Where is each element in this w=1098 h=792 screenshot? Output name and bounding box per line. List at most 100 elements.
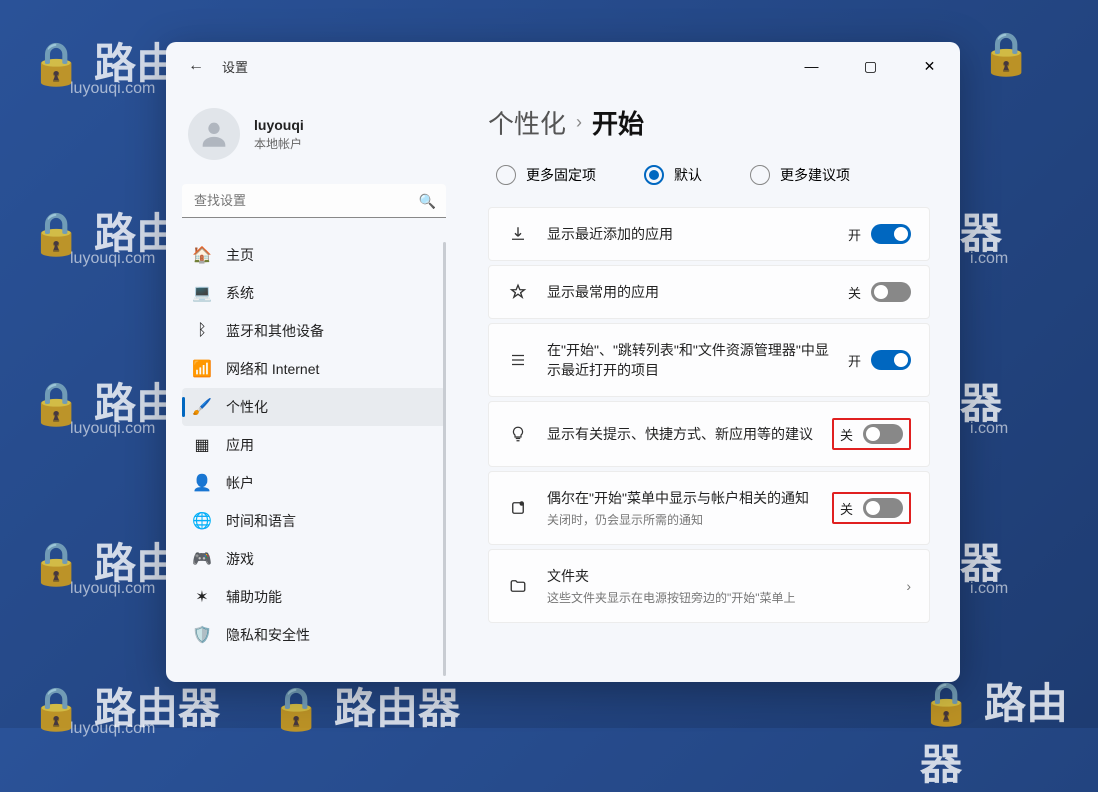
settings-cards: 显示最近添加的应用 开 显示最常用的应用 关 在"开始"、"跳转列表"和"文件资… <box>488 207 930 623</box>
list-icon <box>507 351 529 369</box>
card-subtitle: 这些文件夹显示在电源按钮旁边的"开始"菜单上 <box>547 589 882 606</box>
nav-icon: ▦ <box>192 435 212 455</box>
toggle-wrap: 关 <box>848 282 911 302</box>
nav-item-2[interactable]: ᛒ 蓝牙和其他设备 <box>182 312 446 350</box>
toggle-state-label: 关 <box>840 425 853 444</box>
sidebar: luyouqi 本地帐户 🔍 🏠 主页 💻 系统 ᛒ 蓝牙和其他设备 📶 网络和 Intern… <box>166 90 462 682</box>
radio-option-0[interactable]: 更多固定项 <box>496 165 596 185</box>
radio-option-1[interactable]: 默认 <box>644 165 702 185</box>
download-icon <box>507 225 529 243</box>
nav-label: 游戏 <box>226 549 254 569</box>
nav-label: 隐私和安全性 <box>226 625 310 645</box>
settings-window: ← 设置 — ▢ ✕ luyouqi 本地帐户 🔍 🏠主页💻系统ᛒ蓝牙 <box>166 42 960 682</box>
nav-item-6[interactable]: 👤 帐户 <box>182 464 446 502</box>
avatar <box>188 108 240 160</box>
toggle-state-label: 开 <box>848 225 861 244</box>
breadcrumb-current: 开始 <box>592 104 644 141</box>
card-title: 显示最常用的应用 <box>547 282 830 302</box>
breadcrumb-separator: › <box>576 112 582 133</box>
nav-item-3[interactable]: 📶 网络和 Internet <box>182 350 446 388</box>
nav-label: 应用 <box>226 435 254 455</box>
maximize-button[interactable]: ▢ <box>848 50 893 82</box>
toggle-wrap: 开 <box>848 350 911 370</box>
folder-icon <box>507 577 529 595</box>
toggle-state-label: 开 <box>848 351 861 370</box>
radio-label: 更多固定项 <box>526 165 596 185</box>
window-title: 设置 <box>222 57 248 76</box>
setting-card-1[interactable]: 显示最常用的应用 关 <box>488 265 930 319</box>
nav-label: 网络和 Internet <box>226 359 319 379</box>
nav-icon: 🛡️ <box>192 625 212 645</box>
nav-item-10[interactable]: 🛡️ 隐私和安全性 <box>182 616 446 654</box>
nav-item-8[interactable]: 🎮 游戏 <box>182 540 446 578</box>
titlebar: ← 设置 — ▢ ✕ <box>166 42 960 90</box>
toggle-switch[interactable] <box>871 350 911 370</box>
nav-icon: 🏠 <box>192 245 212 265</box>
toggle-state-label: 关 <box>840 499 853 518</box>
nav-item-0[interactable]: 🏠 主页 <box>182 236 446 274</box>
radio-icon <box>496 165 516 185</box>
setting-card-5[interactable]: 文件夹 这些文件夹显示在电源按钮旁边的"开始"菜单上 › <box>488 549 930 623</box>
minimize-button[interactable]: — <box>789 50 834 82</box>
nav-list: 🏠 主页 💻 系统 ᛒ 蓝牙和其他设备 📶 网络和 Internet 🖌️个性化 ▦ 应用 👤 帐户 🌐 时… <box>182 236 446 682</box>
toggle-switch[interactable] <box>871 224 911 244</box>
nav-icon: 🌐 <box>192 511 212 531</box>
radio-icon <box>644 165 664 185</box>
window-controls: — ▢ ✕ <box>789 50 952 82</box>
bell-icon <box>507 499 529 517</box>
radio-label: 默认 <box>674 165 702 185</box>
star-icon <box>507 283 529 301</box>
radio-option-2[interactable]: 更多建议项 <box>750 165 850 185</box>
profile-section[interactable]: luyouqi 本地帐户 <box>182 98 446 178</box>
radio-icon <box>750 165 770 185</box>
nav-icon: 💻 <box>192 283 212 303</box>
chevron-right-icon: › <box>906 578 911 594</box>
card-title: 在"开始"、"跳转列表"和"文件资源管理器"中显示最近打开的项目 <box>547 340 830 380</box>
nav-item-1[interactable]: 💻 系统 <box>182 274 446 312</box>
nav-label: 个性化 <box>226 397 268 417</box>
toggle-wrap: 关 <box>832 492 911 524</box>
card-title: 显示有关提示、快捷方式、新应用等的建议 <box>547 424 814 444</box>
nav-item-5[interactable]: ▦ 应用 <box>182 426 446 464</box>
nav-label: 主页 <box>226 245 254 265</box>
breadcrumb: 个性化 › 开始 <box>488 98 930 159</box>
profile-type: 本地帐户 <box>254 135 304 152</box>
nav-label: 时间和语言 <box>226 511 296 531</box>
card-title: 显示最近添加的应用 <box>547 224 830 244</box>
main-content: 个性化 › 开始 更多固定项 默认 更多建议项 显示最近添加的应用 开 显示最常用的… <box>462 90 960 682</box>
search-box: 🔍 <box>182 184 446 218</box>
setting-card-0[interactable]: 显示最近添加的应用 开 <box>488 207 930 261</box>
layout-radio-group: 更多固定项 默认 更多建议项 <box>488 159 930 207</box>
toggle-switch[interactable] <box>863 424 903 444</box>
bulb-icon <box>507 425 529 443</box>
nav-icon: ᛒ <box>192 321 212 341</box>
toggle-switch[interactable] <box>863 498 903 518</box>
nav-icon: 👤 <box>192 473 212 493</box>
nav-icon: 📶 <box>192 359 212 379</box>
toggle-wrap: 开 <box>848 224 911 244</box>
back-button[interactable]: ← <box>180 50 212 82</box>
profile-name: luyouqi <box>254 117 304 133</box>
setting-card-4[interactable]: 偶尔在"开始"菜单中显示与帐户相关的通知 关闭时，仍会显示所需的通知 关 <box>488 471 930 545</box>
nav-label: 蓝牙和其他设备 <box>226 321 324 341</box>
toggle-wrap: 关 <box>832 418 911 450</box>
nav-item-7[interactable]: 🌐 时间和语言 <box>182 502 446 540</box>
card-subtitle: 关闭时，仍会显示所需的通知 <box>547 511 814 528</box>
nav-icon: ✶ <box>192 587 212 607</box>
toggle-switch[interactable] <box>871 282 911 302</box>
breadcrumb-parent[interactable]: 个性化 <box>488 104 566 141</box>
search-input[interactable] <box>182 184 446 218</box>
card-title: 文件夹 <box>547 566 882 586</box>
nav-label: 系统 <box>226 283 254 303</box>
setting-card-2[interactable]: 在"开始"、"跳转列表"和"文件资源管理器"中显示最近打开的项目 开 <box>488 323 930 397</box>
radio-label: 更多建议项 <box>780 165 850 185</box>
close-button[interactable]: ✕ <box>907 50 952 82</box>
nav-label: 帐户 <box>226 473 254 493</box>
nav-icon: 🎮 <box>192 549 212 569</box>
setting-card-3[interactable]: 显示有关提示、快捷方式、新应用等的建议 关 <box>488 401 930 467</box>
nav-item-9[interactable]: ✶ 辅助功能 <box>182 578 446 616</box>
nav-label: 辅助功能 <box>226 587 282 607</box>
card-title: 偶尔在"开始"菜单中显示与帐户相关的通知 <box>547 488 814 508</box>
nav-item-4[interactable]: 🖌️个性化 <box>182 388 446 426</box>
toggle-state-label: 关 <box>848 283 861 302</box>
